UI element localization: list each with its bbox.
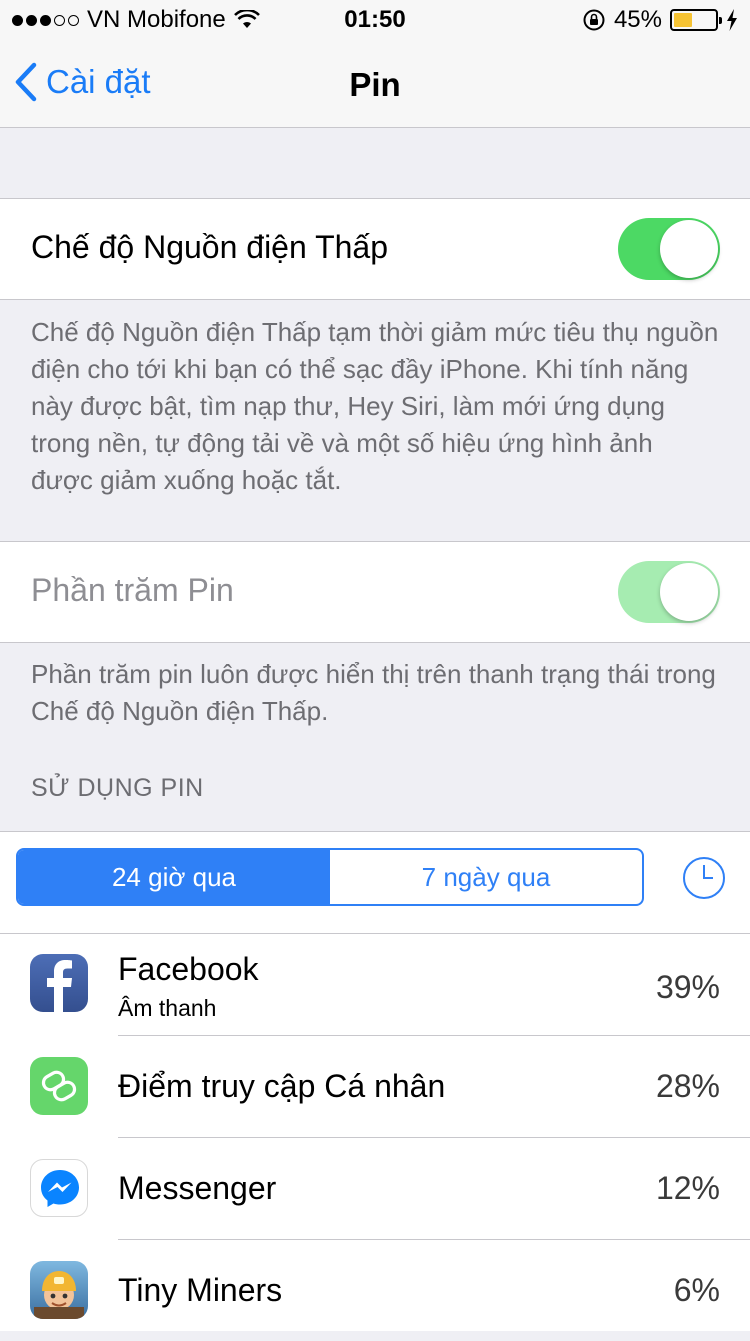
facebook-icon [30,954,88,1012]
battery-percent: 45% [613,6,662,33]
status-right: 45% [582,6,738,34]
status-bar: VN Mobifone 01:50 45% [0,0,750,40]
battery-usage-header: SỬ DỤNG PIN [31,774,204,802]
tiny-miners-icon [30,1261,88,1319]
battery-percentage-row: Phần trăm Pin [0,542,750,642]
list-item[interactable]: Messenger 12% [0,1137,750,1239]
charging-bolt-icon [727,9,737,31]
battery-percentage-group: Phần trăm Pin [0,541,750,643]
low-power-label: Chế độ Nguồn điện Thấp [31,229,389,265]
clock-icon[interactable] [683,857,725,899]
tab-24-hours[interactable]: 24 giờ qua [18,850,330,904]
battery-percentage-label: Phần trăm Pin [31,572,234,608]
low-power-group: Chế độ Nguồn điện Thấp [0,198,750,300]
page-title: Pin [349,66,401,103]
app-percent: 39% [655,969,720,1005]
list-item[interactable]: Điểm truy cập Cá nhân 28% [0,1035,750,1137]
low-power-toggle[interactable] [618,218,720,280]
rotation-lock-icon [583,9,605,31]
battery-percentage-toggle[interactable] [618,561,720,623]
toggle-knob [660,563,718,621]
app-name: Messenger [118,1170,277,1206]
app-name: Điểm truy cập Cá nhân [118,1068,446,1104]
app-percent: 12% [655,1170,720,1206]
app-percent: 6% [673,1272,720,1308]
battery-icon [670,9,722,31]
battery-usage-section: 24 giờ qua 7 ngày qua Facebook Âm thanh … [0,831,750,1331]
app-name: Facebook [118,951,259,987]
app-percent: 28% [655,1068,720,1104]
messenger-icon [30,1159,88,1217]
hotspot-icon [30,1057,88,1115]
toggle-knob [660,220,718,278]
time-range-segmented-control: 24 giờ qua 7 ngày qua [16,848,644,906]
navigation-bar: Cài đặt Pin [0,40,750,128]
battery-level [674,13,692,27]
tab-7-days[interactable]: 7 ngày qua [330,850,642,904]
list-item[interactable]: Tiny Miners 6% [0,1239,750,1341]
battery-percentage-description: Phần trăm pin luôn được hiển thị trên th… [31,659,716,726]
low-power-description: Chế độ Nguồn điện Thấp tạm thời giảm mức… [31,317,719,495]
app-subtitle: Âm thanh [118,995,217,1021]
app-name: Tiny Miners [118,1272,283,1308]
low-power-row: Chế độ Nguồn điện Thấp [0,199,750,299]
list-item[interactable]: Facebook Âm thanh 39% [0,933,750,1035]
